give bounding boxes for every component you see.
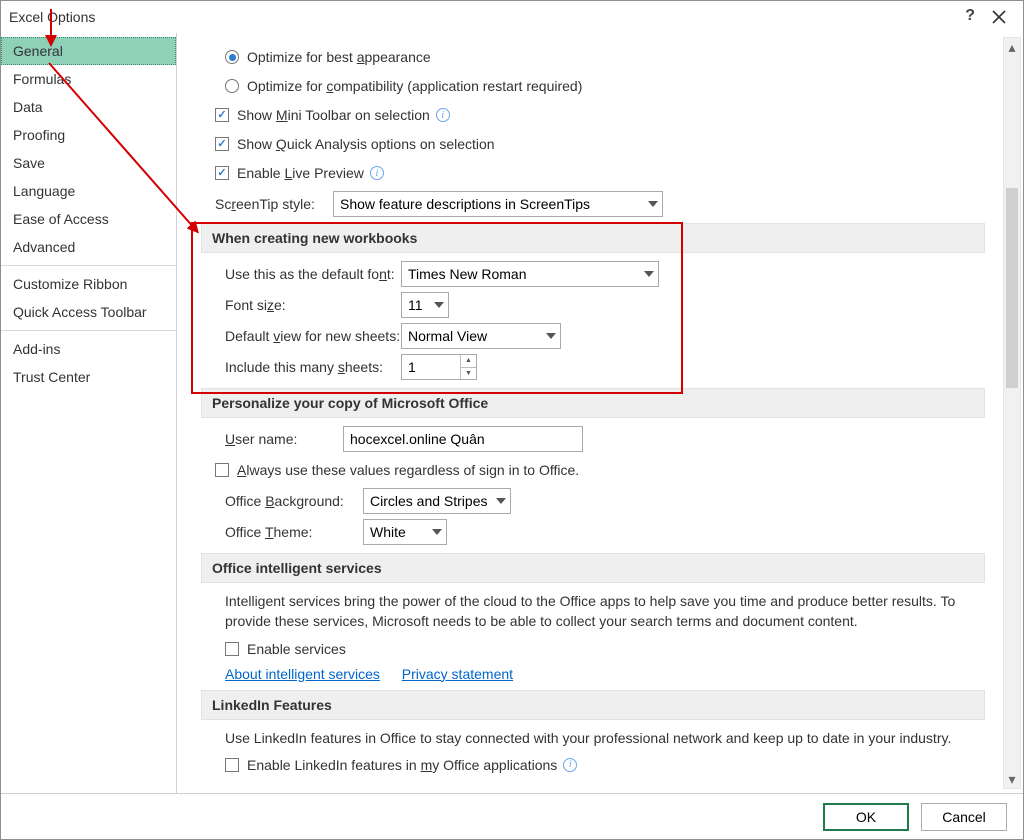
radio-icon: [225, 79, 239, 93]
intelligent-desc: Intelligent services bring the power of …: [225, 591, 985, 632]
close-icon[interactable]: [987, 5, 1011, 29]
select-value: White: [370, 524, 406, 540]
username-label: User name:: [225, 431, 343, 447]
spin-up-icon[interactable]: ▲: [461, 355, 476, 368]
screentip-select[interactable]: Show feature descriptions in ScreenTips: [333, 191, 663, 217]
chevron-down-icon: [644, 271, 654, 277]
select-value: Times New Roman: [408, 266, 527, 282]
sidebar-item-qat[interactable]: Quick Access Toolbar: [1, 298, 176, 326]
info-icon[interactable]: i: [563, 758, 577, 772]
screentip-label: ScreenTip style:: [215, 196, 333, 212]
button-label: OK: [856, 809, 876, 825]
sidebar-item-general[interactable]: General: [1, 37, 176, 65]
scrollbar[interactable]: ▴ ▾: [1003, 37, 1021, 789]
link-about-intelligent[interactable]: About intelligent services: [225, 666, 380, 682]
sidebar-item-trustcenter[interactable]: Trust Center: [1, 363, 176, 391]
radio-icon: [225, 50, 239, 64]
chevron-down-icon: [648, 201, 658, 207]
check-always-values[interactable]: Always use these values regardless of si…: [201, 457, 985, 483]
input-value: hocexcel.online Quân: [350, 431, 485, 447]
sheets-count-spin[interactable]: 1 ▲▼: [401, 354, 477, 380]
check-enable-linkedin[interactable]: Enable LinkedIn features in my Office ap…: [201, 752, 985, 778]
help-icon[interactable]: ?: [965, 7, 975, 25]
office-theme-select[interactable]: White: [363, 519, 447, 545]
sidebar-item-language[interactable]: Language: [1, 177, 176, 205]
spin-down-icon[interactable]: ▼: [461, 368, 476, 380]
cancel-button[interactable]: Cancel: [921, 803, 1007, 831]
section-new-workbooks: When creating new workbooks: [201, 223, 985, 253]
link-privacy[interactable]: Privacy statement: [402, 666, 513, 682]
sidebar-item-addins[interactable]: Add-ins: [1, 335, 176, 363]
radio-label: Optimize for compatibility (application …: [247, 78, 582, 94]
titlebar: Excel Options ?: [1, 1, 1023, 33]
select-value: 11: [408, 297, 423, 313]
checkbox-icon: [225, 758, 239, 772]
default-view-select[interactable]: Normal View: [401, 323, 561, 349]
sidebar: General Formulas Data Proofing Save Lang…: [1, 33, 177, 793]
check-mini-toolbar[interactable]: Show Mini Toolbar on selection i: [201, 102, 985, 128]
chevron-down-icon: [546, 333, 556, 339]
scroll-down-icon[interactable]: ▾: [1004, 770, 1020, 788]
content-panel: Optimize for best appearance Optimize fo…: [187, 33, 993, 793]
select-value: Show feature descriptions in ScreenTips: [340, 196, 590, 212]
sidebar-item-proofing[interactable]: Proofing: [1, 121, 176, 149]
office-theme-label: Office Theme:: [225, 524, 363, 540]
chevron-down-icon: [434, 302, 444, 308]
chevron-down-icon: [496, 498, 506, 504]
info-icon[interactable]: i: [370, 166, 384, 180]
dialog-footer: OK Cancel: [1, 793, 1023, 839]
default-font-select[interactable]: Times New Roman: [401, 261, 659, 287]
check-live-preview[interactable]: Enable Live Preview i: [201, 160, 985, 186]
checkbox-icon: [225, 642, 239, 656]
button-label: Cancel: [942, 809, 986, 825]
font-size-label: Font size:: [225, 297, 401, 313]
window-title: Excel Options: [9, 9, 95, 25]
sidebar-item-easeofaccess[interactable]: Ease of Access: [1, 205, 176, 233]
sidebar-item-save[interactable]: Save: [1, 149, 176, 177]
check-quick-analysis[interactable]: Show Quick Analysis options on selection: [201, 131, 985, 157]
sidebar-separator: [1, 265, 176, 266]
chevron-down-icon: [432, 529, 442, 535]
username-input[interactable]: hocexcel.online Quân: [343, 426, 583, 452]
font-size-select[interactable]: 11: [401, 292, 449, 318]
linkedin-desc: Use LinkedIn features in Office to stay …: [225, 728, 985, 748]
sidebar-separator: [1, 330, 176, 331]
check-label: Show Quick Analysis options on selection: [237, 136, 495, 152]
section-intelligent: Office intelligent services: [201, 553, 985, 583]
checkbox-icon: [215, 137, 229, 151]
check-label: Enable services: [247, 641, 346, 657]
radio-optimize-compat[interactable]: Optimize for compatibility (application …: [201, 73, 985, 99]
check-label: Show Mini Toolbar on selection: [237, 107, 430, 123]
check-label: Enable LinkedIn features in my Office ap…: [247, 757, 557, 773]
checkbox-icon: [215, 463, 229, 477]
checkbox-icon: [215, 166, 229, 180]
info-icon[interactable]: i: [436, 108, 450, 122]
select-value: Circles and Stripes: [370, 493, 488, 509]
office-bg-label: Office Background:: [225, 493, 363, 509]
radio-label: Optimize for best appearance: [247, 49, 431, 65]
sidebar-item-customize-ribbon[interactable]: Customize Ribbon: [1, 270, 176, 298]
scroll-up-icon[interactable]: ▴: [1004, 38, 1020, 56]
default-view-label: Default view for new sheets:: [225, 328, 401, 344]
check-label: Always use these values regardless of si…: [237, 462, 579, 478]
sidebar-item-data[interactable]: Data: [1, 93, 176, 121]
excel-options-dialog: Excel Options ? General Formulas Data Pr…: [0, 0, 1024, 840]
section-personalize: Personalize your copy of Microsoft Offic…: [201, 388, 985, 418]
section-linkedin: LinkedIn Features: [201, 690, 985, 720]
sidebar-item-formulas[interactable]: Formulas: [1, 65, 176, 93]
sheets-count-label: Include this many sheets:: [225, 359, 401, 375]
check-enable-services[interactable]: Enable services: [201, 636, 985, 662]
scrollbar-thumb[interactable]: [1006, 188, 1018, 388]
radio-optimize-appearance[interactable]: Optimize for best appearance: [201, 44, 985, 70]
select-value: Normal View: [408, 328, 487, 344]
sidebar-item-advanced[interactable]: Advanced: [1, 233, 176, 261]
office-bg-select[interactable]: Circles and Stripes: [363, 488, 511, 514]
spin-value: 1: [408, 359, 416, 375]
default-font-label: Use this as the default font:: [225, 266, 401, 282]
ok-button[interactable]: OK: [823, 803, 909, 831]
checkbox-icon: [215, 108, 229, 122]
check-label: Enable Live Preview: [237, 165, 364, 181]
